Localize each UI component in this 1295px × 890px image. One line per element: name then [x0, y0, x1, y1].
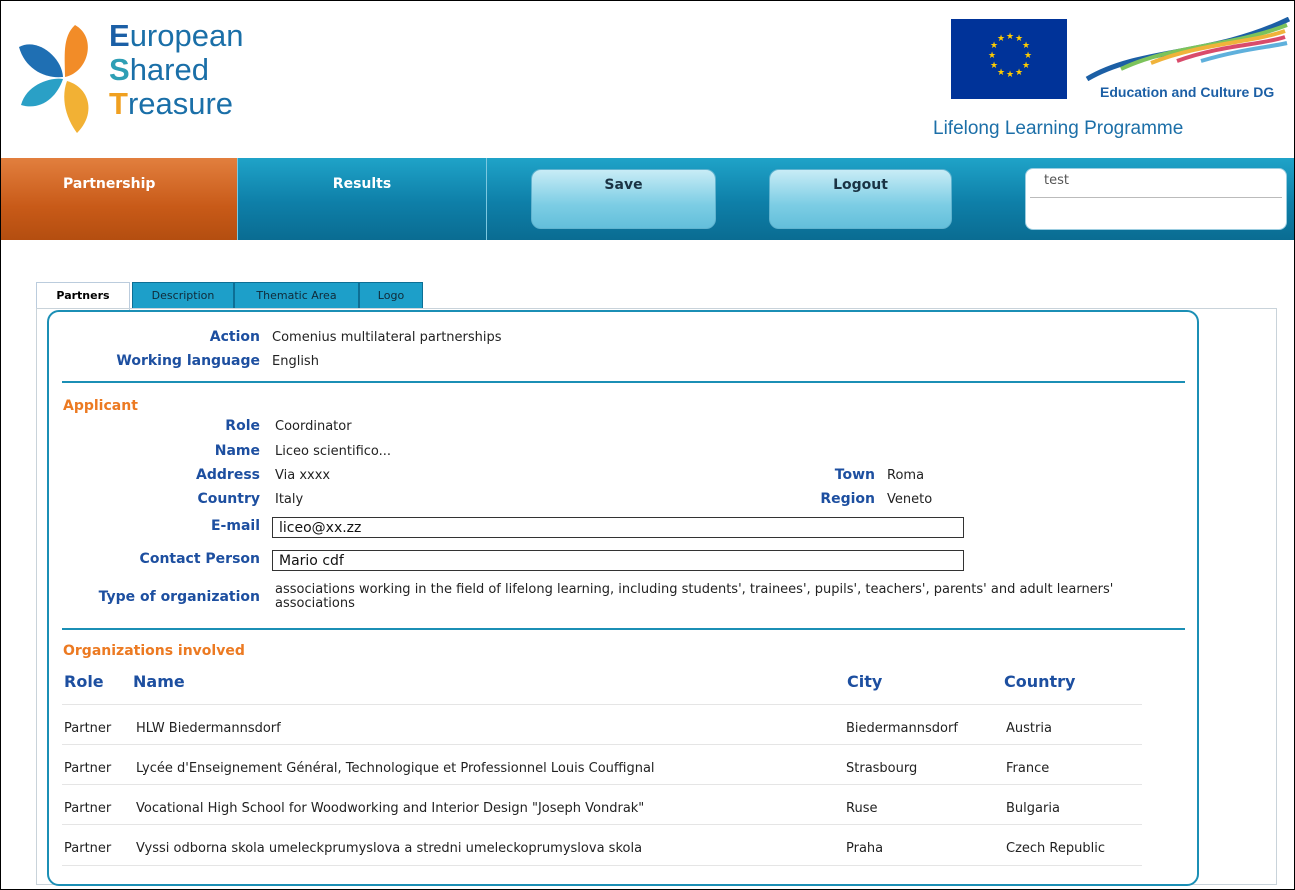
- table-row: Partner Vocational High School for Woodw…: [62, 784, 1142, 825]
- row-country: France: [1006, 761, 1050, 776]
- programme-label: Lifelong Learning Programme: [933, 118, 1184, 139]
- user-box-divider: [1030, 197, 1282, 198]
- organizations-title: Organizations involved: [63, 643, 245, 659]
- table-row: Partner Vyssi odborna skola umeleckprumy…: [62, 824, 1142, 866]
- working-language-label: Working language: [116, 353, 260, 369]
- row-country: Bulgaria: [1006, 801, 1060, 816]
- column-header-role: Role: [64, 672, 104, 691]
- svg-text:★: ★: [997, 34, 1005, 44]
- svg-text:★: ★: [1006, 32, 1014, 42]
- column-header-country: Country: [1004, 672, 1076, 691]
- country-value: Italy: [275, 492, 304, 507]
- section-divider: [62, 381, 1185, 383]
- role-value: Coordinator: [275, 419, 352, 434]
- organization-type-value: associations working in the field of lif…: [275, 582, 1114, 611]
- logout-button[interactable]: Logout: [769, 169, 952, 229]
- section-divider: [62, 628, 1185, 630]
- row-name: Lycée d'Enseignement Général, Technologi…: [136, 761, 655, 776]
- town-label: Town: [834, 467, 875, 483]
- nav-partnership[interactable]: Partnership: [1, 158, 237, 240]
- row-city: Ruse: [846, 801, 878, 816]
- lifelong-swoosh-icon: [1085, 17, 1291, 82]
- email-field[interactable]: [272, 517, 964, 538]
- save-button[interactable]: Save: [531, 169, 716, 229]
- organization-type-label: Type of organization: [98, 589, 260, 605]
- svg-text:★: ★: [988, 51, 996, 61]
- tab-partners[interactable]: Partners: [36, 282, 130, 310]
- tab-logo[interactable]: Logo: [359, 282, 423, 308]
- user-input[interactable]: [1042, 172, 1276, 189]
- town-value: Roma: [887, 468, 925, 483]
- svg-text:★: ★: [990, 61, 998, 71]
- nav-results[interactable]: Results: [237, 158, 487, 240]
- action-value: Comenius multilateral partnerships: [272, 330, 502, 345]
- svg-text:★: ★: [1022, 61, 1030, 71]
- row-name: Vocational High School for Woodworking a…: [136, 801, 645, 816]
- tab-thematic-area[interactable]: Thematic Area: [234, 282, 359, 308]
- contact-person-field[interactable]: [272, 550, 964, 571]
- row-city: Biedermannsdorf: [846, 721, 958, 736]
- user-box: [1025, 168, 1287, 230]
- region-value: Veneto: [887, 492, 933, 507]
- table-row: Partner HLW Biedermannsdorf Biedermannsd…: [62, 704, 1142, 745]
- svg-text:★: ★: [1024, 51, 1032, 61]
- region-label: Region: [820, 491, 875, 507]
- address-label: Address: [196, 467, 260, 483]
- svg-text:★: ★: [1006, 70, 1014, 80]
- row-name: Vyssi odborna skola umeleckprumyslova a …: [136, 841, 643, 856]
- row-country: Czech Republic: [1006, 841, 1105, 856]
- row-role: Partner: [64, 761, 112, 776]
- row-country: Austria: [1006, 721, 1052, 736]
- petal-logo-icon: [19, 25, 89, 133]
- row-city: Praha: [846, 841, 884, 856]
- action-label: Action: [209, 329, 260, 345]
- row-role: Partner: [64, 841, 112, 856]
- column-header-city: City: [847, 672, 883, 691]
- country-label: Country: [197, 491, 260, 507]
- main-nav: Partnership Results Save Logout: [1, 158, 1294, 240]
- tab-description[interactable]: Description: [132, 282, 234, 308]
- email-label: E-mail: [210, 518, 260, 534]
- name-label: Name: [214, 443, 260, 459]
- row-role: Partner: [64, 801, 112, 816]
- site-logo-text[interactable]: European Shared Treasure: [109, 19, 243, 121]
- eu-flag-icon: ★ ★★ ★★★ ★★★ ★★★: [951, 19, 1067, 99]
- table-row: Partner Lycée d'Enseignement Général, Te…: [62, 744, 1142, 785]
- name-value: Liceo scientifico...: [275, 444, 392, 459]
- dg-label: Education and Culture DG: [1100, 84, 1275, 100]
- applicant-title: Applicant: [63, 398, 138, 414]
- address-value: Via xxxx: [275, 468, 331, 483]
- column-header-name: Name: [133, 672, 185, 691]
- svg-text:★: ★: [1022, 41, 1030, 51]
- contact-person-label: Contact Person: [139, 551, 260, 567]
- row-role: Partner: [64, 721, 112, 736]
- row-name: HLW Biedermannsdorf: [136, 721, 281, 736]
- role-label: Role: [225, 418, 260, 434]
- site-header: European Shared Treasure ★ ★ ★ ★ ★ ★ ★ ★ ★ ★ ★ ★…: [1, 1, 1294, 158]
- row-city: Strasbourg: [846, 761, 918, 776]
- svg-text:★: ★: [1015, 68, 1023, 78]
- svg-text:★: ★: [997, 68, 1005, 78]
- working-language-value: English: [272, 354, 319, 369]
